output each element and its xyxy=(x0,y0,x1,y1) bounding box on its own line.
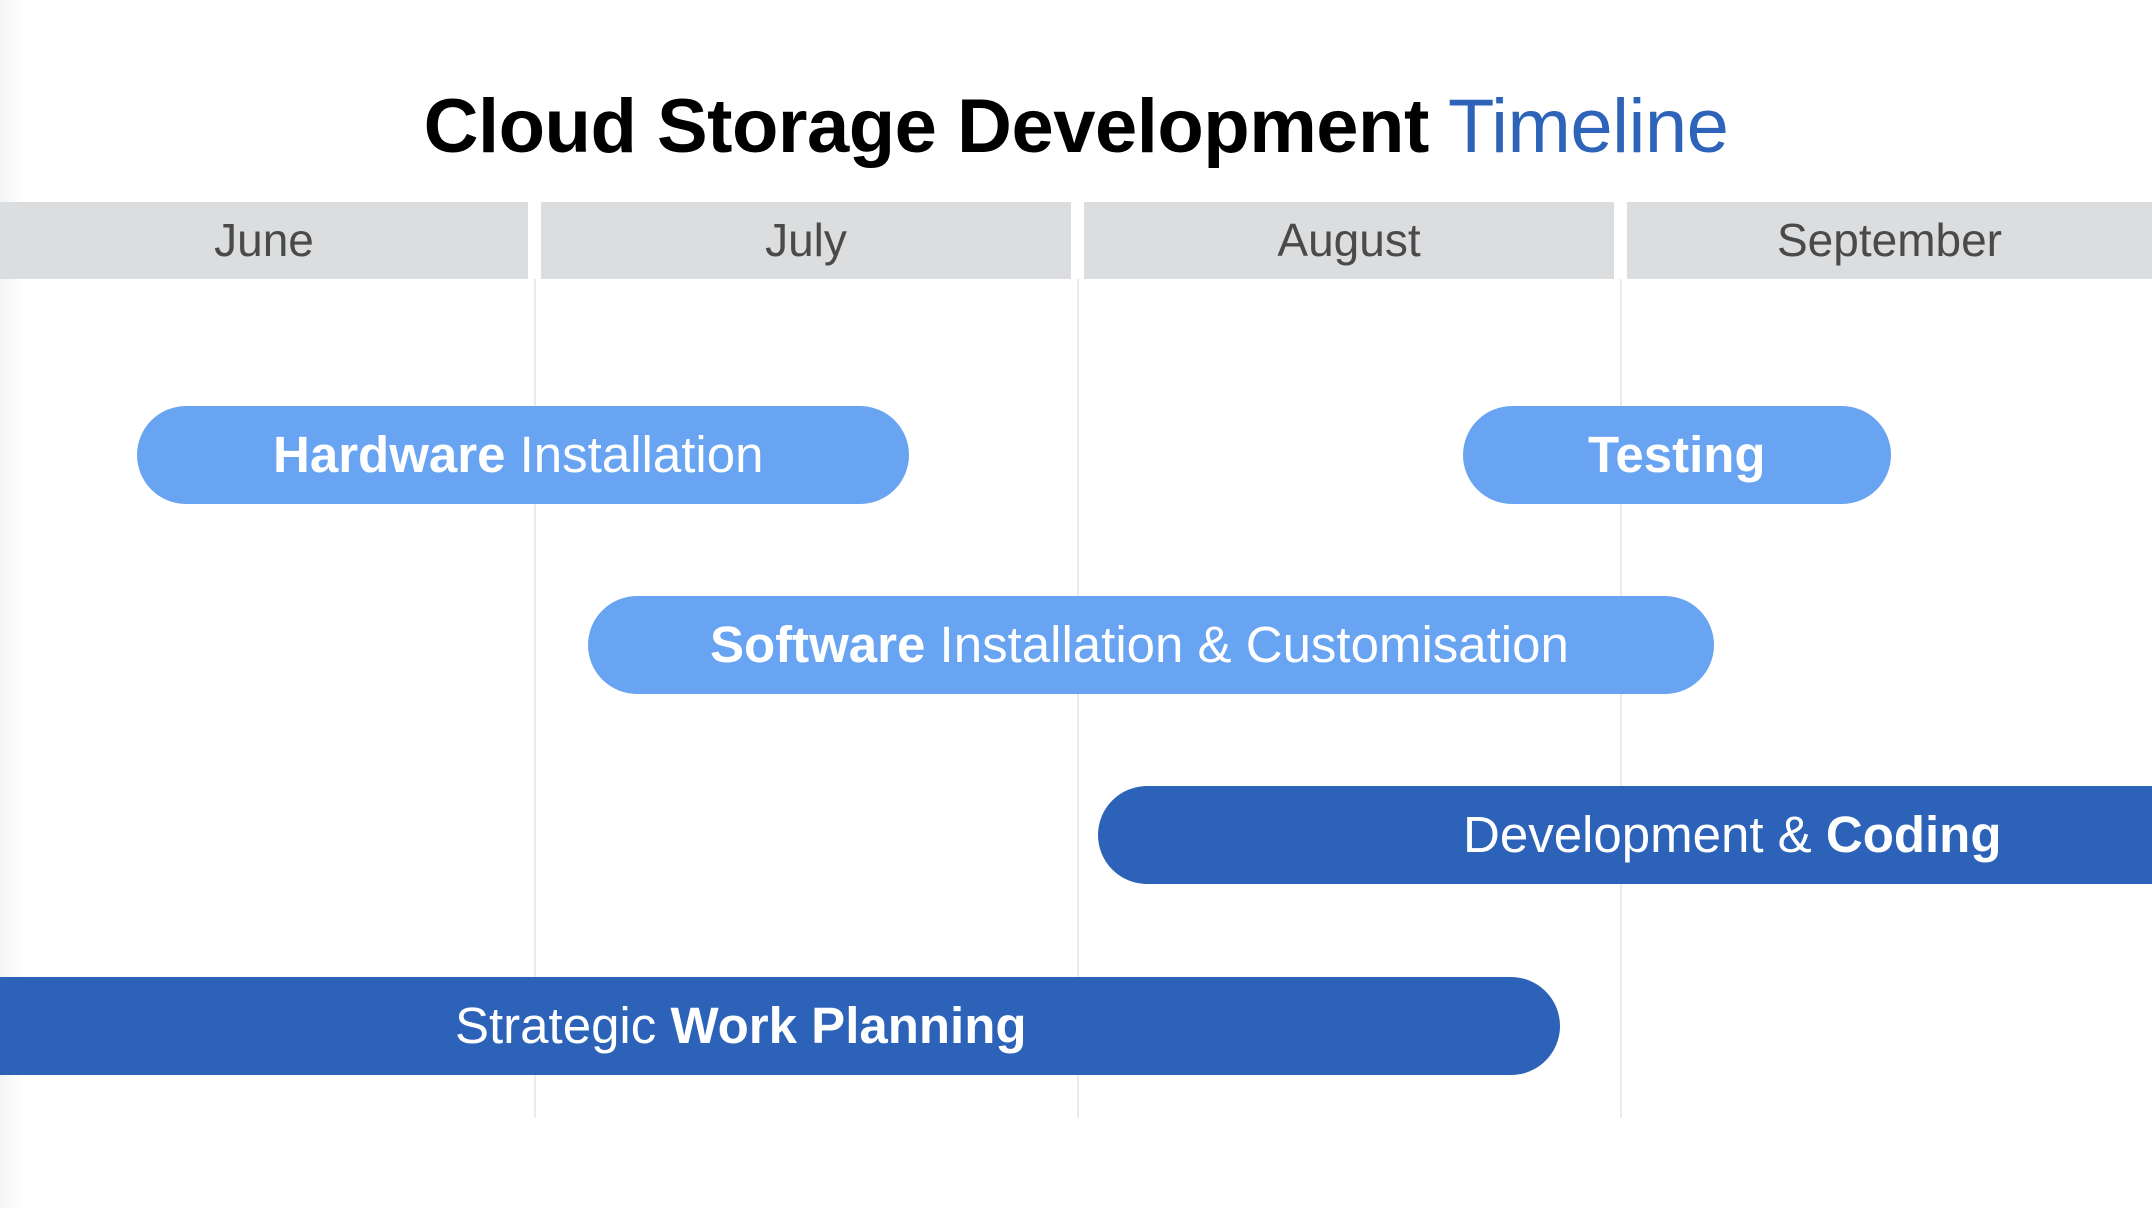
month-header-august: August xyxy=(1084,202,1614,279)
task-label: Testing xyxy=(1588,426,1766,483)
task-label: Hardware Installation xyxy=(273,426,764,483)
task-label: Software Installation & Customisation xyxy=(710,616,1569,673)
page-title: Cloud Storage Development Timeline xyxy=(0,72,2152,182)
title-main: Cloud Storage Development xyxy=(423,84,1430,169)
month-header-june: June xyxy=(0,202,528,279)
gridline-september xyxy=(1620,279,1622,1118)
task-label: Development & Coding xyxy=(1463,806,2002,863)
month-header-july: July xyxy=(541,202,1071,279)
title-accent: Timeline xyxy=(1448,84,1729,169)
task-bar-software-installation: Software Installation & Customisation xyxy=(588,596,1714,694)
month-header-september: September xyxy=(1627,202,2152,279)
task-label: Strategic Work Planning xyxy=(455,997,1027,1054)
task-bar-testing: Testing xyxy=(1463,406,1891,504)
task-bar-hardware-installation: Hardware Installation xyxy=(137,406,909,504)
task-bar-development-coding: Development & Coding xyxy=(1098,786,2152,884)
task-bar-strategic-work-planning: Strategic Work Planning xyxy=(0,977,1560,1075)
